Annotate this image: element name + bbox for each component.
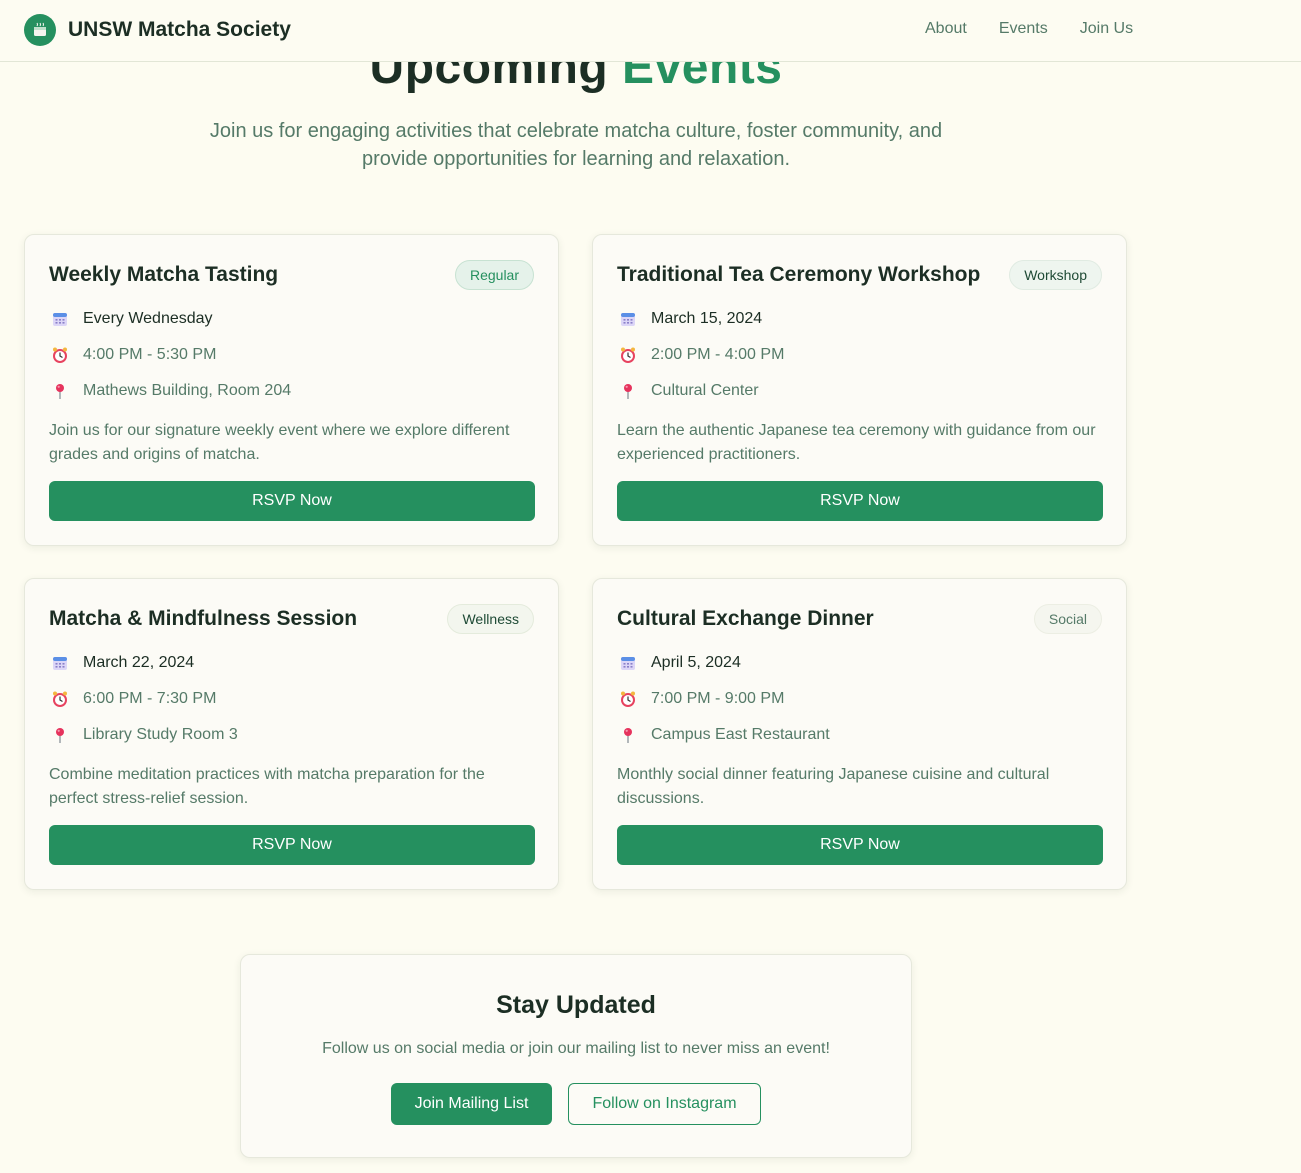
event-time-text: 7:00 PM - 9:00 PM bbox=[651, 690, 785, 707]
event-badge: Workshop bbox=[1009, 260, 1102, 290]
event-badge: Social bbox=[1033, 604, 1102, 634]
event-title: Matcha & Mindfulness Session bbox=[49, 607, 358, 630]
event-description: Learn the authentic Japanese tea ceremon… bbox=[617, 422, 1096, 463]
event-time-text: 4:00 PM - 5:30 PM bbox=[83, 346, 217, 363]
event-time: 6:00 PM - 7:30 PM bbox=[49, 687, 216, 711]
stay-updated-section: Stay Updated Follow us on social media o… bbox=[240, 954, 912, 1158]
join-mailing-list-button[interactable]: Join Mailing List bbox=[391, 1083, 552, 1125]
event-title: Traditional Tea Ceremony Workshop bbox=[617, 263, 981, 286]
stay-updated-subtitle: Follow us on social media or join our ma… bbox=[322, 1040, 830, 1057]
event-location-text: Mathews Building, Room 204 bbox=[83, 382, 292, 399]
stay-updated-title: Stay Updated bbox=[496, 991, 656, 1019]
pin-icon bbox=[49, 724, 71, 746]
alarm-clock-icon bbox=[617, 688, 639, 710]
nav-link-events[interactable]: Events bbox=[999, 20, 1048, 38]
event-date: April 5, 2024 bbox=[617, 651, 741, 675]
event-location-text: Campus East Restaurant bbox=[651, 726, 830, 743]
event-card: Cultural Exchange Dinner Social April 5,… bbox=[592, 578, 1127, 890]
event-location: Cultural Center bbox=[617, 379, 759, 403]
rsvp-button[interactable]: RSVP Now bbox=[49, 481, 535, 521]
nav-link-join-us[interactable]: Join Us bbox=[1080, 20, 1133, 38]
pin-icon bbox=[49, 380, 71, 402]
calendar-icon bbox=[617, 308, 639, 330]
event-date: Every Wednesday bbox=[49, 307, 213, 331]
event-location-text: Cultural Center bbox=[651, 382, 759, 399]
event-date: March 15, 2024 bbox=[617, 307, 762, 331]
nav-links: About Events Join Us bbox=[925, 20, 1165, 38]
calendar-icon bbox=[617, 652, 639, 674]
page-subtitle: Join us for engaging activities that cel… bbox=[209, 120, 943, 170]
event-time-text: 6:00 PM - 7:30 PM bbox=[83, 690, 217, 707]
event-card: Traditional Tea Ceremony Workshop Worksh… bbox=[592, 234, 1127, 546]
calendar-icon bbox=[49, 652, 71, 674]
event-location: Campus East Restaurant bbox=[617, 723, 830, 747]
event-location: Mathews Building, Room 204 bbox=[49, 379, 291, 403]
event-title: Cultural Exchange Dinner bbox=[617, 607, 874, 630]
event-description: Combine meditation practices with matcha… bbox=[49, 766, 485, 807]
event-badge: Regular bbox=[454, 260, 534, 290]
event-location: Library Study Room 3 bbox=[49, 723, 238, 747]
pin-icon bbox=[617, 380, 639, 402]
event-description: Monthly social dinner featuring Japanese… bbox=[617, 766, 1050, 807]
event-time: 7:00 PM - 9:00 PM bbox=[617, 687, 784, 711]
event-time: 4:00 PM - 5:30 PM bbox=[49, 343, 216, 367]
rsvp-button[interactable]: RSVP Now bbox=[617, 825, 1103, 865]
navbar: UNSW Matcha Society About Events Join Us bbox=[0, 0, 1301, 62]
event-card: Matcha & Mindfulness Session Wellness Ma… bbox=[24, 578, 559, 890]
matcha-cup-icon bbox=[24, 14, 56, 46]
event-time: 2:00 PM - 4:00 PM bbox=[617, 343, 784, 367]
events-page: Upcoming Events Join us for engaging act… bbox=[0, 0, 1301, 1173]
event-date: March 22, 2024 bbox=[49, 651, 194, 675]
event-time-text: 2:00 PM - 4:00 PM bbox=[651, 346, 785, 363]
alarm-clock-icon bbox=[49, 344, 71, 366]
event-title: Weekly Matcha Tasting bbox=[49, 263, 279, 286]
brand-name: UNSW Matcha Society bbox=[68, 18, 291, 41]
alarm-clock-icon bbox=[617, 344, 639, 366]
event-date-text: Every Wednesday bbox=[83, 310, 213, 327]
rsvp-button[interactable]: RSVP Now bbox=[49, 825, 535, 865]
event-description: Join us for our signature weekly event w… bbox=[49, 422, 510, 463]
event-date-text: April 5, 2024 bbox=[651, 654, 741, 671]
event-card: Weekly Matcha Tasting Regular Every Wedn… bbox=[24, 234, 559, 546]
calendar-icon bbox=[49, 308, 71, 330]
alarm-clock-icon bbox=[49, 688, 71, 710]
brand[interactable]: UNSW Matcha Society bbox=[24, 14, 291, 46]
follow-instagram-button[interactable]: Follow on Instagram bbox=[568, 1083, 761, 1125]
event-badge: Wellness bbox=[447, 604, 534, 634]
nav-link-about[interactable]: About bbox=[925, 20, 967, 38]
rsvp-button[interactable]: RSVP Now bbox=[617, 481, 1103, 521]
event-date-text: March 15, 2024 bbox=[651, 310, 763, 327]
event-date-text: March 22, 2024 bbox=[83, 654, 195, 671]
pin-icon bbox=[617, 724, 639, 746]
event-location-text: Library Study Room 3 bbox=[83, 726, 238, 743]
